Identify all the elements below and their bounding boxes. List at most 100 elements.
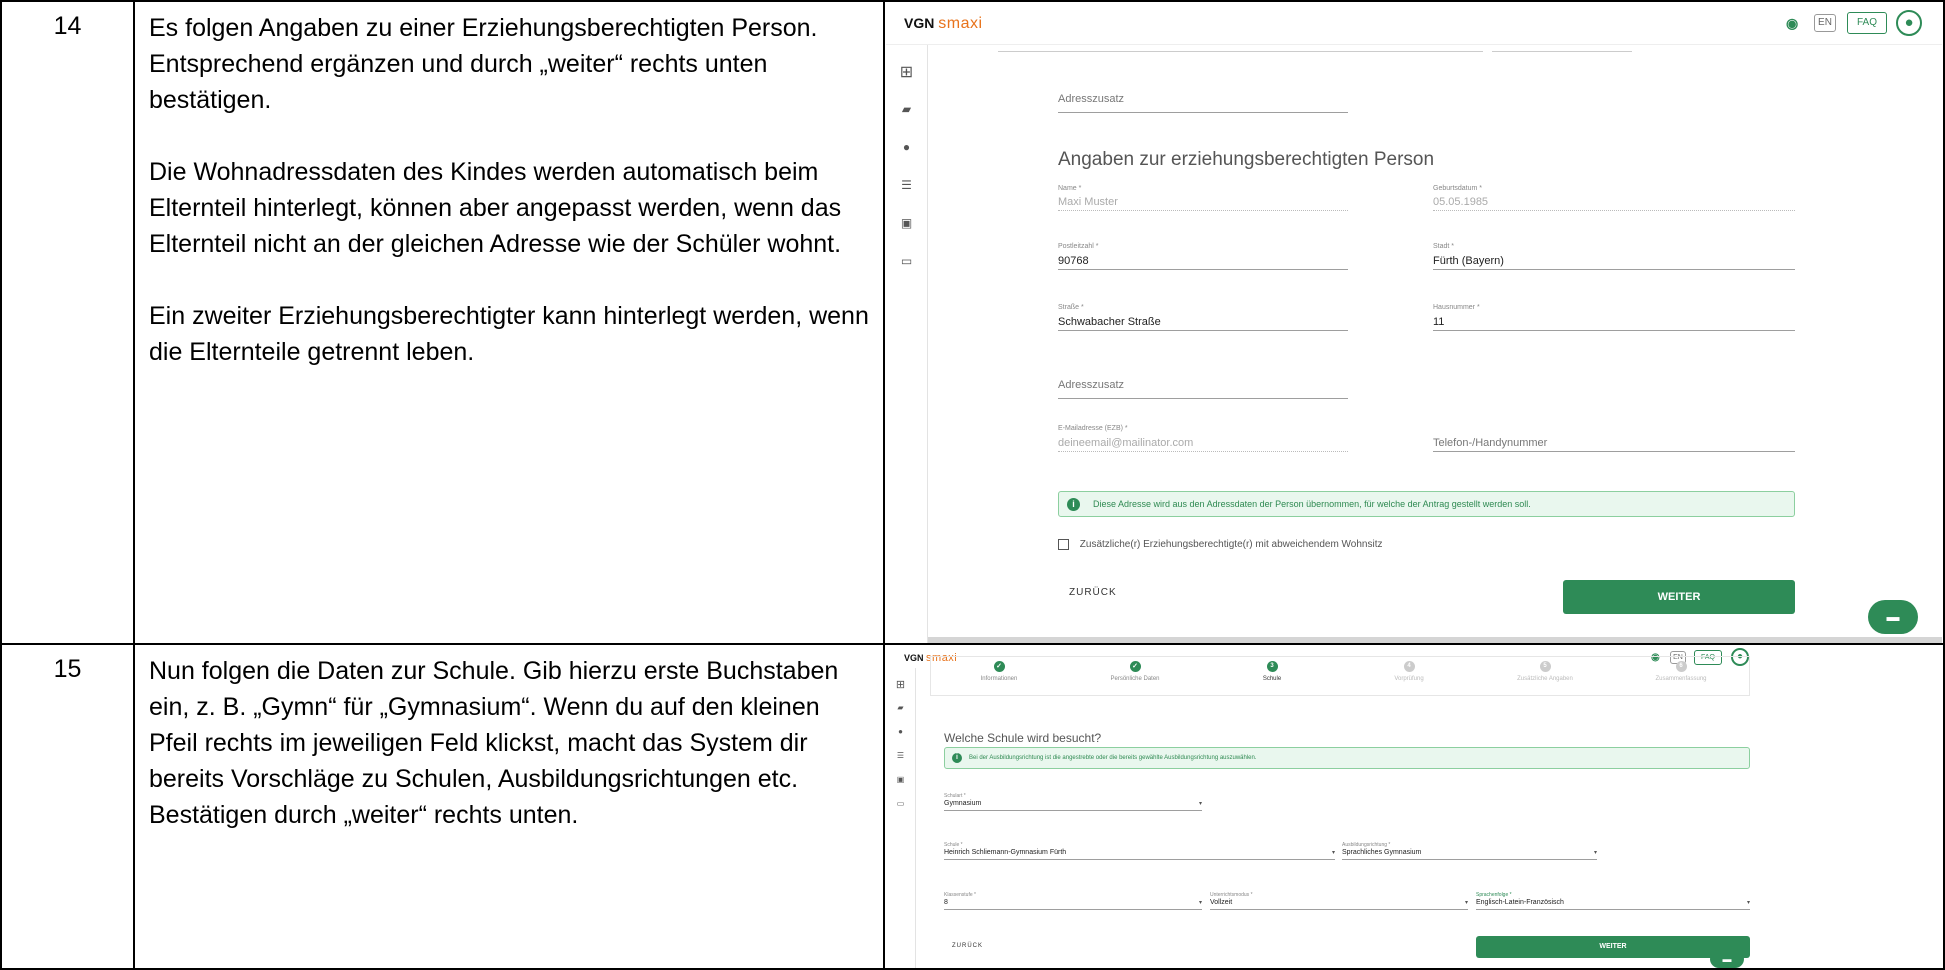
field-underline	[998, 51, 1483, 52]
person-list-icon[interactable]: ☰	[897, 752, 904, 760]
birthdate-field: Geburtsdatum * 05.05.1985	[1433, 185, 1795, 211]
person-list-icon[interactable]: ☰	[901, 179, 912, 191]
field-label: Postleitzahl *	[1058, 243, 1099, 250]
chevron-down-icon[interactable]: ▾	[1465, 899, 1468, 906]
id-card-icon[interactable]: ▣	[901, 217, 912, 229]
dashboard-icon[interactable]: ⊞	[896, 680, 905, 691]
chevron-down-icon[interactable]: ▾	[1747, 899, 1750, 906]
field-label: Schulart *	[944, 793, 966, 799]
app-header: VGN smaxi ◉ EN FAQ ●	[886, 3, 1942, 45]
page-title: Welche Schule wird besucht?	[944, 731, 1102, 745]
field-label: Sprachenfolge *	[1476, 892, 1512, 898]
field-placeholder: Adresszusatz	[1058, 93, 1125, 105]
field-value: Maxi Muster	[1058, 196, 1118, 208]
field-label: Unterrichtsmodus *	[1210, 892, 1253, 898]
id-card-icon[interactable]: ▣	[897, 776, 905, 784]
chat-bubble-icon[interactable]: ▬	[1710, 950, 1744, 968]
address-suffix-field[interactable]: Adresszusatz	[1058, 375, 1348, 399]
dashboard-icon[interactable]: ⊞	[900, 65, 913, 81]
school-type-select[interactable]: Schulart * Gymnasium ▾	[944, 793, 1202, 811]
chat-bubble-icon[interactable]: ▬	[1868, 600, 1918, 634]
additional-guardian-checkbox[interactable]: Zusätzliche(r) Erziehungsberechtigte(r) …	[1058, 539, 1383, 550]
folder-icon[interactable]: ▰	[902, 103, 911, 115]
step-number: 5	[1539, 661, 1551, 672]
app-screenshot-school-data: VGN smaxi ◉ EN FAQ ● ⊞ ▰ ● ☰ ▣ ▭ ✓ Infor…	[886, 646, 1942, 968]
row-number-cell: 15	[0, 643, 135, 970]
field-value: Sprachliches Gymnasium	[1342, 849, 1422, 856]
person-icon[interactable]: ●	[903, 141, 910, 153]
person-icon[interactable]: ●	[898, 728, 903, 736]
back-button[interactable]: ZURÜCK	[952, 943, 983, 949]
step-label: Informationen	[980, 676, 1018, 682]
field-value: Englisch-Latein-Französisch	[1476, 899, 1564, 906]
next-button[interactable]: WEITER	[1476, 936, 1750, 958]
info-text: Diese Adresse wird aus den Adressdaten d…	[1093, 499, 1531, 509]
field-placeholder: Adresszusatz	[1058, 379, 1125, 391]
chat-icon[interactable]: ▭	[901, 255, 912, 267]
brand-vgn: VGN	[904, 653, 924, 663]
eye-icon[interactable]: ◉	[1786, 15, 1798, 32]
field-underline	[1492, 51, 1632, 52]
step-label: Vorprüfung	[1394, 676, 1424, 682]
checkbox-box[interactable]	[1058, 539, 1069, 550]
adresszusatz-top-field[interactable]: Adresszusatz	[1058, 89, 1348, 113]
phone-field[interactable]: Telefon-/Handynummer	[1433, 428, 1795, 452]
chevron-down-icon[interactable]: ▾	[1594, 849, 1597, 856]
stepper: ✓ Informationen ✓ Persönliche Daten 3 Sc…	[930, 656, 1750, 696]
house-number-field[interactable]: Hausnummer * 11	[1433, 304, 1795, 331]
field-value: 8	[944, 899, 948, 906]
language-sequence-select[interactable]: Sprachenfolge * Englisch-Latein-Französi…	[1476, 892, 1750, 910]
user-avatar-icon[interactable]: ●	[1896, 10, 1922, 36]
grade-level-select[interactable]: Klassenstufe * 8 ▾	[944, 892, 1202, 910]
field-value: 05.05.1985	[1433, 196, 1489, 208]
field-value: 90768	[1058, 255, 1089, 267]
info-banner: i Diese Adresse wird aus den Adressdaten…	[1058, 491, 1795, 517]
school-select[interactable]: Schule * Heinrich Schliemann-Gymnasium F…	[944, 842, 1335, 860]
step-item[interactable]: 3 Schule	[1204, 661, 1340, 682]
field-placeholder: Telefon-/Handynummer	[1433, 437, 1548, 449]
step-item[interactable]: 5 Zusätzliche Angaben	[1477, 661, 1613, 682]
field-value: deineemail@mailinator.com	[1058, 437, 1194, 449]
info-icon: i	[1067, 498, 1080, 511]
field-label: E-Mailadresse (EZB) *	[1058, 425, 1128, 432]
row-number-cell: 14	[0, 0, 135, 645]
step-item[interactable]: 6 Zusammenfassung	[1613, 661, 1749, 682]
email-field: E-Mailadresse (EZB) * deineemail@mailina…	[1058, 425, 1348, 452]
instruction-paragraph: Ein zweiter Erziehungsberechtigter kann …	[149, 302, 869, 366]
instruction-text-cell: Es folgen Angaben zu einer Erziehungsber…	[133, 0, 885, 645]
instruction-paragraph: Nun folgen die Daten zur Schule. Gib hie…	[149, 657, 839, 793]
step-item[interactable]: ✓ Persönliche Daten	[1067, 661, 1203, 682]
field-label: Hausnummer *	[1433, 304, 1480, 311]
field-value: 11	[1433, 316, 1445, 328]
field-label: Stadt *	[1433, 243, 1455, 250]
row-number: 15	[53, 655, 82, 683]
faq-button[interactable]: FAQ	[1847, 12, 1887, 34]
instruction-paragraph: Bestätigen durch „weiter“ rechts unten.	[149, 801, 579, 829]
field-label: Schule *	[944, 842, 963, 848]
step-number: 6	[1675, 661, 1687, 672]
step-number: 4	[1403, 661, 1415, 672]
postal-code-field[interactable]: Postleitzahl * 90768	[1058, 243, 1348, 270]
chat-icon[interactable]: ▭	[897, 800, 905, 808]
chevron-down-icon[interactable]: ▾	[1199, 800, 1202, 807]
education-track-select[interactable]: Ausbildungsrichtung * Sprachliches Gymna…	[1342, 842, 1597, 860]
next-button[interactable]: WEITER	[1563, 580, 1795, 614]
back-button[interactable]: ZURÜCK	[1069, 587, 1117, 598]
brand-vgn: VGN	[904, 15, 935, 31]
street-field[interactable]: Straße * Schwabacher Straße	[1058, 304, 1348, 331]
step-item[interactable]: 4 Vorprüfung	[1341, 661, 1477, 682]
info-text: Bei der Ausbildungsrichtung ist die ange…	[969, 755, 1257, 761]
instruction-paragraph: Entsprechend ergänzen und durch „weiter“…	[149, 50, 768, 114]
teaching-mode-select[interactable]: Unterrichtsmodus * Vollzeit ▾	[1210, 892, 1468, 910]
chevron-down-icon[interactable]: ▾	[1199, 899, 1202, 906]
folder-icon[interactable]: ▰	[897, 704, 903, 712]
scrollbar[interactable]	[928, 637, 1942, 643]
field-value: Fürth (Bayern)	[1433, 255, 1504, 267]
language-button[interactable]: EN	[1814, 14, 1836, 32]
chevron-down-icon[interactable]: ▾	[1332, 849, 1335, 856]
step-item[interactable]: ✓ Informationen	[931, 661, 1067, 682]
city-field[interactable]: Stadt * Fürth (Bayern)	[1433, 243, 1795, 270]
field-value: Heinrich Schliemann-Gymnasium Fürth	[944, 849, 1067, 856]
brand-logo[interactable]: VGN smaxi	[904, 15, 983, 33]
instruction-paragraph: Es folgen Angaben zu einer Erziehungsber…	[149, 14, 818, 42]
